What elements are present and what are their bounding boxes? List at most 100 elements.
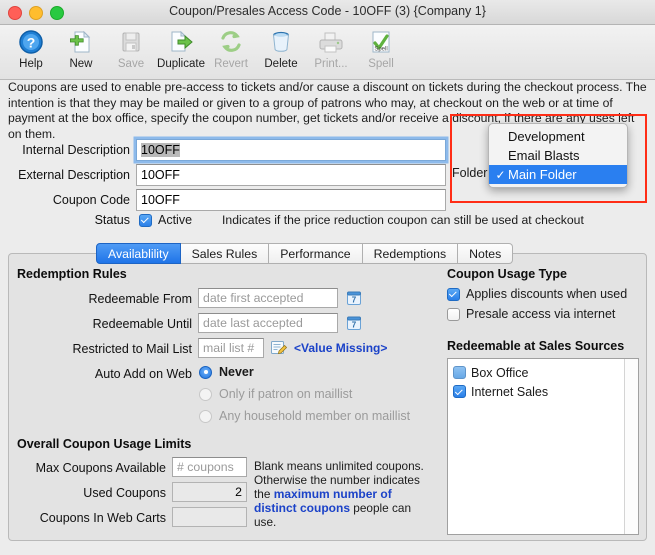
status-active-checkbox[interactable] [139,213,152,227]
redemption-rules-heading: Redemption Rules [17,267,127,281]
external-description-input[interactable]: 10OFF [136,164,446,186]
toolbar-button-duplicate[interactable]: Duplicate [156,27,206,70]
new-document-icon [68,27,94,57]
printer-icon [318,27,344,57]
restricted-mail-list-input[interactable]: mail list # [198,338,264,358]
max-coupons-placeholder: # coupons [177,460,234,474]
restricted-mail-list-placeholder: mail list # [203,341,255,355]
external-description-label: External Description [18,168,130,182]
auto-add-any-household-label: Any household member on maillist [219,409,411,423]
max-coupons-input[interactable]: # coupons [172,457,247,477]
redeemable-from-input[interactable]: date first accepted [198,288,338,308]
usage-limits-heading: Overall Coupon Usage Limits [17,437,192,451]
redeemable-until-input[interactable]: date last accepted [198,313,338,333]
tab-performance[interactable]: Performance [269,243,363,264]
toolbar-button-help[interactable]: ? Help [6,27,56,70]
help-icon: ? [18,27,44,57]
redeemable-from-placeholder: date first accepted [203,291,304,305]
box-office-checkbox[interactable] [453,366,466,379]
folder-dropdown-menu[interactable]: Development Email Blasts ✓ Main Folder [488,123,628,188]
coupon-code-row: Coupon Code 10OFF [8,189,446,211]
auto-add-option-never[interactable]: Never [199,365,254,379]
toolbar-label-print: Print... [314,58,348,70]
internet-sales-checkbox[interactable] [453,385,466,398]
folder-option-email-blasts[interactable]: Email Blasts [489,146,627,165]
auto-add-never-label: Never [219,365,254,379]
usage-limits-note: Blank means unlimited coupons. Otherwise… [254,459,429,529]
external-description-value: 10OFF [141,168,180,182]
internal-description-row: Internal Description 10OFF [8,139,446,161]
internal-description-input[interactable]: 10OFF [136,139,446,161]
coupons-web-carts-value [172,507,247,527]
sales-sources-scrollbar[interactable] [624,359,638,534]
auto-add-option-any-household: Any household member on maillist [199,409,410,423]
presale-access-checkbox[interactable] [447,307,460,321]
coupon-code-value: 10OFF [141,193,180,207]
redeemable-from-calendar-icon[interactable]: 7 [345,289,362,307]
radio-never[interactable] [199,365,212,379]
redeemable-until-label: Redeemable Until [92,317,192,331]
radio-any-household [199,409,212,423]
spell-check-icon: Spell [368,27,394,57]
toolbar-button-save: Save [106,27,156,70]
sales-source-row-box-office[interactable]: Box Office [448,363,638,382]
status-row: Status Active Indicates if the price red… [8,213,584,227]
folder-option-main-folder[interactable]: ✓ Main Folder [489,165,627,184]
toolbar-button-spell: Spell Spell [356,27,406,70]
toolbar: ? Help New Save Duplicate Revert Delete … [0,25,655,80]
auto-add-option-only-if-patron: Only if patron on maillist [199,387,352,401]
save-floppy-icon [118,27,144,57]
redeemable-until-calendar-icon[interactable]: 7 [345,314,362,332]
presale-access-label: Presale access via internet [466,307,616,321]
toolbar-button-new[interactable]: New [56,27,106,70]
sales-source-row-internet-sales[interactable]: Internet Sales [448,382,638,401]
tab-availability[interactable]: Availablility [96,243,181,264]
tab-redemptions[interactable]: Redemptions [362,243,459,264]
svg-text:7: 7 [351,321,356,330]
trash-icon [268,27,294,57]
coupon-code-label: Coupon Code [52,193,130,207]
duplicate-icon [168,27,194,57]
applies-discounts-label: Applies discounts when used [466,287,628,301]
toolbar-label-revert: Revert [214,58,248,70]
redeemable-from-label: Redeemable From [88,292,192,306]
used-coupons-label: Used Coupons [83,486,166,500]
svg-text:?: ? [27,35,36,51]
auto-add-only-if-patron-label: Only if patron on maillist [219,387,353,401]
usage-type-presale-access[interactable]: Presale access via internet [447,307,615,321]
folder-option-label: Main Folder [508,167,577,182]
applies-discounts-checkbox[interactable] [447,287,460,301]
tab-bar: Availablility Sales Rules Performance Re… [96,243,514,264]
folder-option-development[interactable]: Development [489,127,627,146]
redeemable-until-placeholder: date last accepted [203,316,303,330]
box-office-label: Box Office [471,365,529,380]
toolbar-button-revert: Revert [206,27,256,70]
tab-notes[interactable]: Notes [458,243,514,264]
status-hint: Indicates if the price reduction coupon … [222,213,584,227]
title-bar: Coupon/Presales Access Code - 10OFF (3) … [0,0,655,25]
toolbar-label-delete: Delete [264,58,298,70]
used-coupons-number: 2 [235,485,242,499]
internet-sales-label: Internet Sales [471,384,549,399]
folder-option-label: Email Blasts [508,148,580,163]
checkmark-icon: ✓ [495,167,506,182]
internal-description-label: Internal Description [22,143,130,157]
coupons-web-carts-label: Coupons In Web Carts [39,511,166,525]
folder-label: Folder [452,166,488,180]
toolbar-label-duplicate: Duplicate [157,58,205,70]
restricted-mail-list-label: Restricted to Mail List [72,342,192,356]
mail-list-edit-icon[interactable] [270,338,287,356]
toolbar-button-delete[interactable]: Delete [256,27,306,70]
status-label: Status [94,213,130,227]
toolbar-button-print: Print... [306,27,356,70]
svg-text:7: 7 [351,296,356,305]
window-title: Coupon/Presales Access Code - 10OFF (3) … [169,4,486,18]
tab-sales-rules[interactable]: Sales Rules [180,243,270,264]
folder-option-label: Development [508,129,585,144]
usage-type-applies-discounts[interactable]: Applies discounts when used [447,287,627,301]
toolbar-label-new: New [69,58,93,70]
external-description-row: External Description 10OFF [8,164,446,186]
coupon-code-input[interactable]: 10OFF [136,189,446,211]
sales-sources-listbox[interactable]: Box Office Internet Sales [447,358,639,535]
radio-only-if-patron [199,387,212,401]
